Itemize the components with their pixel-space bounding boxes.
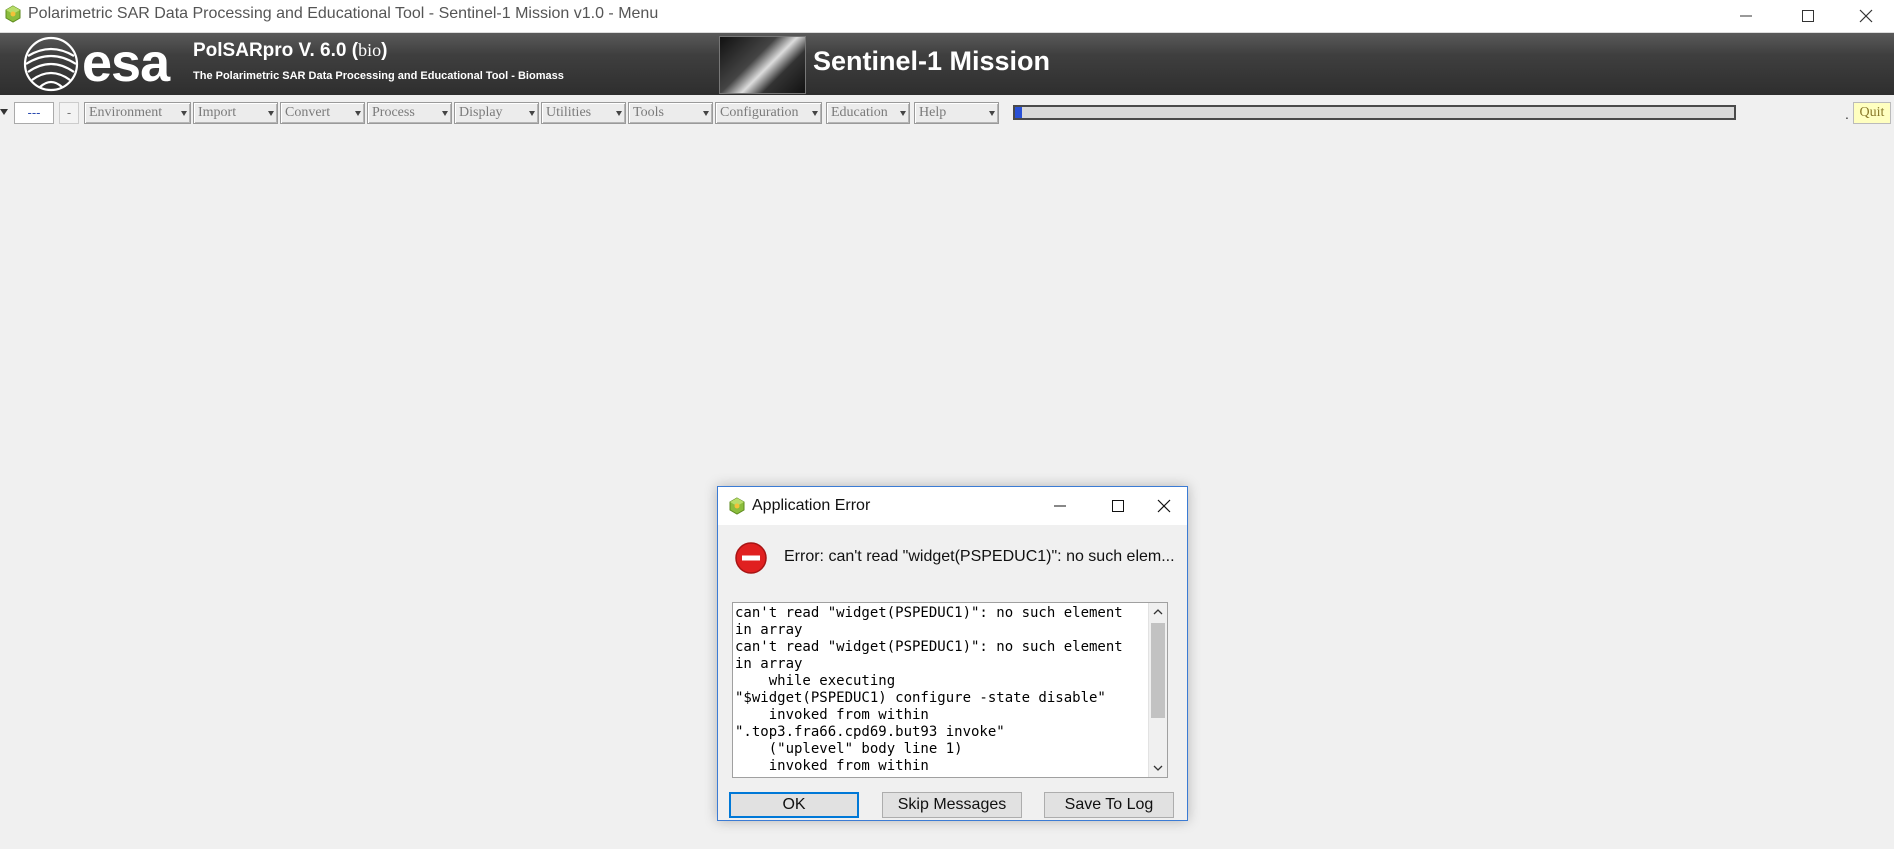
chevron-down-icon bbox=[181, 111, 187, 116]
maximize-button[interactable] bbox=[1784, 0, 1832, 32]
error-log-textbox[interactable]: can't read "widget(PSPEDUC1)": no such e… bbox=[732, 602, 1168, 778]
chevron-down-icon bbox=[529, 111, 535, 116]
menu-process[interactable]: Process bbox=[367, 102, 452, 124]
maximize-icon bbox=[1112, 500, 1124, 512]
error-message: Error: can't read "widget(PSPEDUC1)": no… bbox=[784, 548, 1174, 565]
close-button[interactable] bbox=[1842, 0, 1890, 32]
scroll-thumb[interactable] bbox=[1151, 623, 1165, 718]
dialog-maximize-button[interactable] bbox=[1096, 491, 1140, 521]
menu-configuration[interactable]: Configuration bbox=[715, 102, 822, 124]
log-line: while executing bbox=[735, 673, 896, 689]
dialog-title: Application Error bbox=[752, 497, 871, 514]
chevron-down-icon bbox=[703, 111, 709, 116]
log-line: can't read "widget(PSPEDUC1)": no such e… bbox=[735, 605, 1123, 621]
log-line: in array bbox=[735, 622, 803, 638]
mission-title: Sentinel-1 Mission bbox=[813, 46, 1051, 76]
close-icon bbox=[1157, 499, 1171, 513]
log-scrollbar[interactable] bbox=[1148, 603, 1167, 777]
scroll-down-icon[interactable] bbox=[1153, 763, 1163, 773]
skip-messages-button[interactable]: Skip Messages bbox=[882, 792, 1022, 818]
menu-bar: --- - Environment Import Convert Process… bbox=[0, 95, 1894, 131]
quit-button[interactable]: Quit bbox=[1853, 102, 1891, 124]
chevron-down-icon bbox=[616, 111, 622, 116]
progress-fill bbox=[1015, 107, 1023, 118]
product-title: PolSARpro V. 6.0 (bio) bbox=[193, 40, 388, 61]
dropdown-arrow-icon[interactable] bbox=[0, 109, 8, 115]
minimize-icon bbox=[1054, 505, 1066, 507]
maximize-icon bbox=[1802, 10, 1814, 22]
log-line: in array bbox=[735, 656, 803, 672]
log-line: ("uplevel" body line 1) bbox=[735, 741, 963, 757]
menu-display[interactable]: Display bbox=[454, 102, 539, 124]
window-title: Polarimetric SAR Data Processing and Edu… bbox=[28, 5, 659, 22]
chevron-down-icon bbox=[442, 111, 448, 116]
esa-logo-text: esa bbox=[82, 33, 170, 93]
error-icon bbox=[735, 542, 767, 574]
scroll-up-icon[interactable] bbox=[1153, 607, 1163, 617]
application-error-dialog: Application Error Error: can't read "wid… bbox=[717, 486, 1188, 821]
chevron-down-icon bbox=[268, 111, 274, 116]
status-dot: . bbox=[1845, 106, 1849, 122]
menu-environment[interactable]: Environment bbox=[84, 102, 191, 124]
progress-bar bbox=[1013, 105, 1736, 120]
save-to-log-button[interactable]: Save To Log bbox=[1044, 792, 1174, 818]
dialog-minimize-button[interactable] bbox=[1038, 491, 1082, 521]
app-cube-icon bbox=[5, 5, 21, 23]
product-subtitle: The Polarimetric SAR Data Processing and… bbox=[193, 70, 564, 82]
log-line: "$widget(PSPEDUC1) configure -state disa… bbox=[735, 690, 1106, 706]
window-titlebar: Polarimetric SAR Data Processing and Edu… bbox=[0, 0, 1894, 33]
ok-button[interactable]: OK bbox=[729, 792, 859, 818]
biomass-logo: bio bbox=[358, 40, 382, 60]
menu-tools[interactable]: Tools bbox=[628, 102, 713, 124]
log-line: ".top3.fra66.cpd69.but93 invoke" bbox=[735, 724, 1005, 740]
app-cube-icon bbox=[729, 497, 745, 515]
chevron-down-icon bbox=[355, 111, 361, 116]
chevron-down-icon bbox=[812, 111, 818, 116]
menu-import[interactable]: Import bbox=[193, 102, 278, 124]
dialog-close-button[interactable] bbox=[1142, 491, 1186, 521]
close-icon bbox=[1859, 9, 1873, 23]
dash-button[interactable]: - bbox=[59, 102, 79, 124]
menu-help[interactable]: Help bbox=[914, 102, 999, 124]
chevron-down-icon bbox=[989, 111, 995, 116]
error-log-text: can't read "widget(PSPEDUC1)": no such e… bbox=[735, 605, 1149, 775]
dash-field[interactable]: --- bbox=[14, 102, 54, 124]
esa-swirl-icon bbox=[23, 36, 79, 92]
menu-utilities[interactable]: Utilities bbox=[541, 102, 626, 124]
log-line: can't read "widget(PSPEDUC1)": no such e… bbox=[735, 639, 1123, 655]
minimize-icon bbox=[1740, 15, 1752, 17]
header-banner: esa PolSARpro V. 6.0 (bio) The Polarimet… bbox=[0, 33, 1894, 95]
menu-convert[interactable]: Convert bbox=[280, 102, 365, 124]
log-line: invoked from within bbox=[735, 707, 929, 723]
dialog-titlebar: Application Error bbox=[718, 487, 1187, 525]
menu-education[interactable]: Education bbox=[826, 102, 910, 124]
log-line: invoked from within bbox=[735, 758, 929, 774]
minimize-button[interactable] bbox=[1722, 0, 1770, 32]
satellite-image bbox=[719, 36, 806, 94]
chevron-down-icon bbox=[900, 111, 906, 116]
